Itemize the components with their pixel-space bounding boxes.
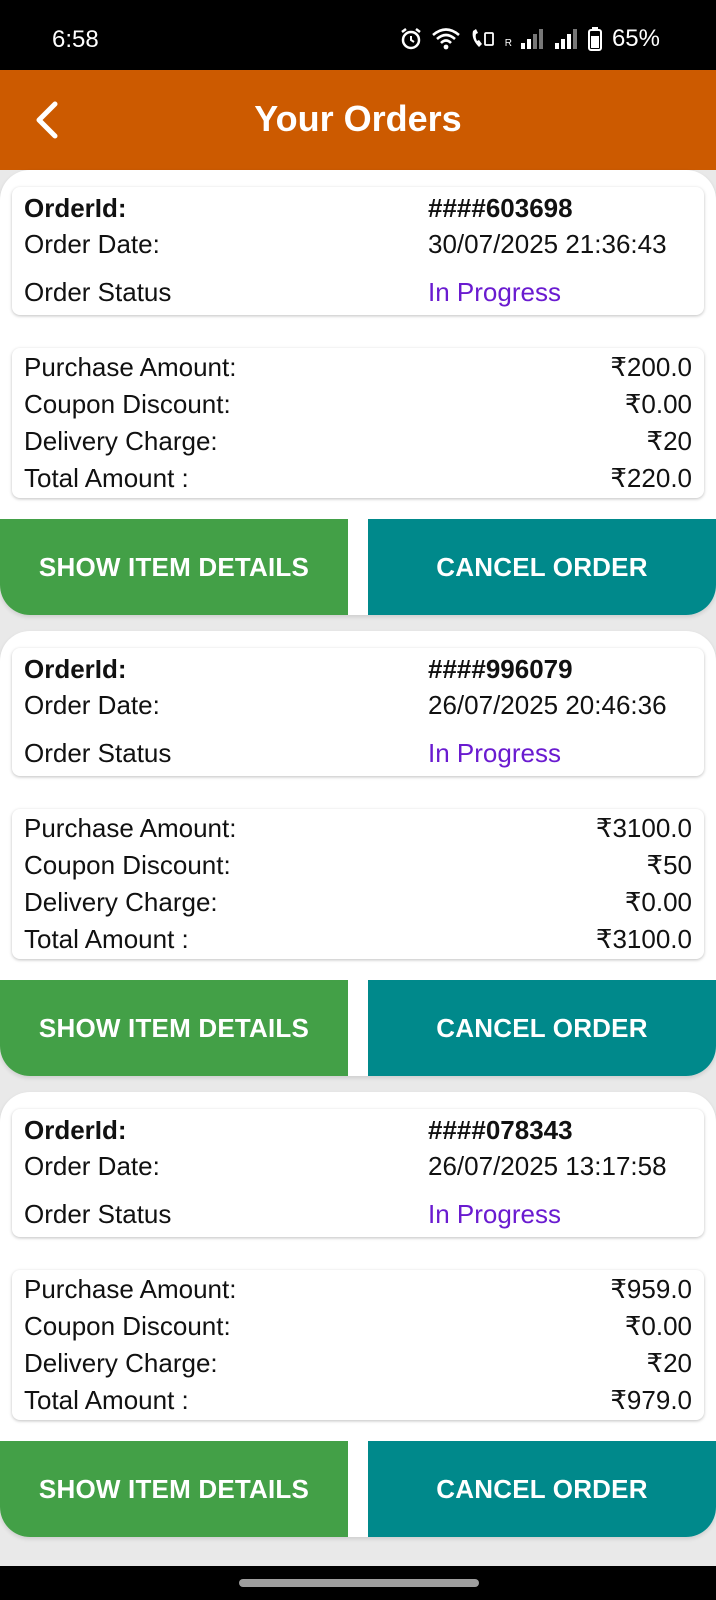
order-status-label: Order Status — [24, 738, 172, 768]
cancel-order-button[interactable]: CANCEL ORDER — [368, 1441, 716, 1537]
order-amount-box: Purchase Amount: ₹959.0 Coupon Discount:… — [12, 1270, 704, 1420]
delivery-charge-value: ₹20 — [646, 1348, 692, 1378]
order-amount-box: Purchase Amount: ₹200.0 Coupon Discount:… — [12, 348, 704, 498]
delivery-charge-label: Delivery Charge: — [24, 887, 218, 917]
coupon-discount-value: ₹0.00 — [624, 1311, 692, 1341]
order-info-box: OrderId: ####603698 Order Date: 30/07/20… — [12, 187, 704, 315]
status-time: 6:58 — [52, 26, 99, 53]
total-amount-value: ₹979.0 — [610, 1385, 692, 1415]
order-card: OrderId: ####996079 Order Date: 26/07/20… — [0, 631, 716, 1076]
order-status-value: In Progress — [428, 738, 561, 768]
order-info-box: OrderId: ####078343 Order Date: 26/07/20… — [12, 1109, 704, 1237]
total-amount-label: Total Amount : — [24, 1385, 189, 1415]
order-id-label: OrderId: — [24, 654, 127, 684]
order-info-box: OrderId: ####996079 Order Date: 26/07/20… — [12, 648, 704, 776]
delivery-charge-label: Delivery Charge: — [24, 1348, 218, 1378]
purchase-amount-value: ₹959.0 — [610, 1274, 692, 1304]
total-amount-value: ₹3100.0 — [595, 924, 692, 954]
cancel-order-button[interactable]: CANCEL ORDER — [368, 980, 716, 1076]
order-id-label: OrderId: — [24, 193, 127, 223]
delivery-charge-value: ₹0.00 — [624, 887, 692, 917]
order-id-value: ####603698 — [428, 193, 573, 223]
purchase-amount-label: Purchase Amount: — [24, 813, 237, 843]
coupon-discount-value: ₹0.00 — [624, 389, 692, 419]
purchase-amount-label: Purchase Amount: — [24, 1274, 237, 1304]
status-bar: 6:58 R 65% — [0, 0, 716, 70]
alarm-icon — [399, 27, 423, 51]
coupon-discount-value: ₹50 — [646, 850, 692, 880]
cancel-order-button[interactable]: CANCEL ORDER — [368, 519, 716, 615]
order-status-label: Order Status — [24, 1199, 172, 1229]
order-id-label: OrderId: — [24, 1115, 127, 1145]
wifi-icon — [431, 27, 461, 51]
purchase-amount-label: Purchase Amount: — [24, 352, 237, 382]
order-date-label: Order Date: — [24, 229, 160, 259]
order-id-value: ####996079 — [428, 654, 573, 684]
purchase-amount-value: ₹3100.0 — [595, 813, 692, 843]
order-date-label: Order Date: — [24, 1151, 160, 1181]
show-item-details-button[interactable]: SHOW ITEM DETAILS — [0, 1441, 348, 1537]
order-date-value: 30/07/2025 21:36:43 — [428, 229, 667, 259]
status-icons: R 65% — [399, 24, 660, 54]
gesture-handle[interactable] — [239, 1579, 479, 1587]
order-date-value: 26/07/2025 20:46:36 — [428, 690, 667, 720]
order-date-label: Order Date: — [24, 690, 160, 720]
order-status-value: In Progress — [428, 277, 561, 307]
page-title: Your Orders — [254, 98, 462, 139]
total-amount-label: Total Amount : — [24, 924, 189, 954]
show-item-details-button[interactable]: SHOW ITEM DETAILS — [0, 980, 348, 1076]
order-date-value: 26/07/2025 13:17:58 — [428, 1151, 667, 1181]
coupon-discount-label: Coupon Discount: — [24, 389, 231, 419]
signal-sim1-icon — [520, 28, 546, 50]
delivery-charge-value: ₹20 — [646, 426, 692, 456]
system-nav-bar — [0, 1566, 716, 1600]
coupon-discount-label: Coupon Discount: — [24, 850, 231, 880]
total-amount-label: Total Amount : — [24, 463, 189, 493]
delivery-charge-label: Delivery Charge: — [24, 426, 218, 456]
order-status-value: In Progress — [428, 1199, 561, 1229]
wifi-calling-icon — [469, 27, 497, 51]
order-status-label: Order Status — [24, 277, 172, 307]
order-card: OrderId: ####078343 Order Date: 26/07/20… — [0, 1092, 716, 1537]
sim-label: R — [504, 38, 512, 49]
total-amount-value: ₹220.0 — [610, 463, 692, 493]
app-bar: Your Orders — [0, 70, 716, 170]
order-amount-box: Purchase Amount: ₹3100.0 Coupon Discount… — [12, 809, 704, 959]
order-id-value: ####078343 — [428, 1115, 573, 1145]
signal-sim2-icon — [554, 28, 580, 50]
battery-icon — [587, 27, 602, 51]
purchase-amount-value: ₹200.0 — [610, 352, 692, 382]
coupon-discount-label: Coupon Discount: — [24, 1311, 231, 1341]
show-item-details-button[interactable]: SHOW ITEM DETAILS — [0, 519, 348, 615]
order-card: OrderId: ####603698 Order Date: 30/07/20… — [0, 170, 716, 615]
battery-percent: 65% — [611, 25, 660, 52]
